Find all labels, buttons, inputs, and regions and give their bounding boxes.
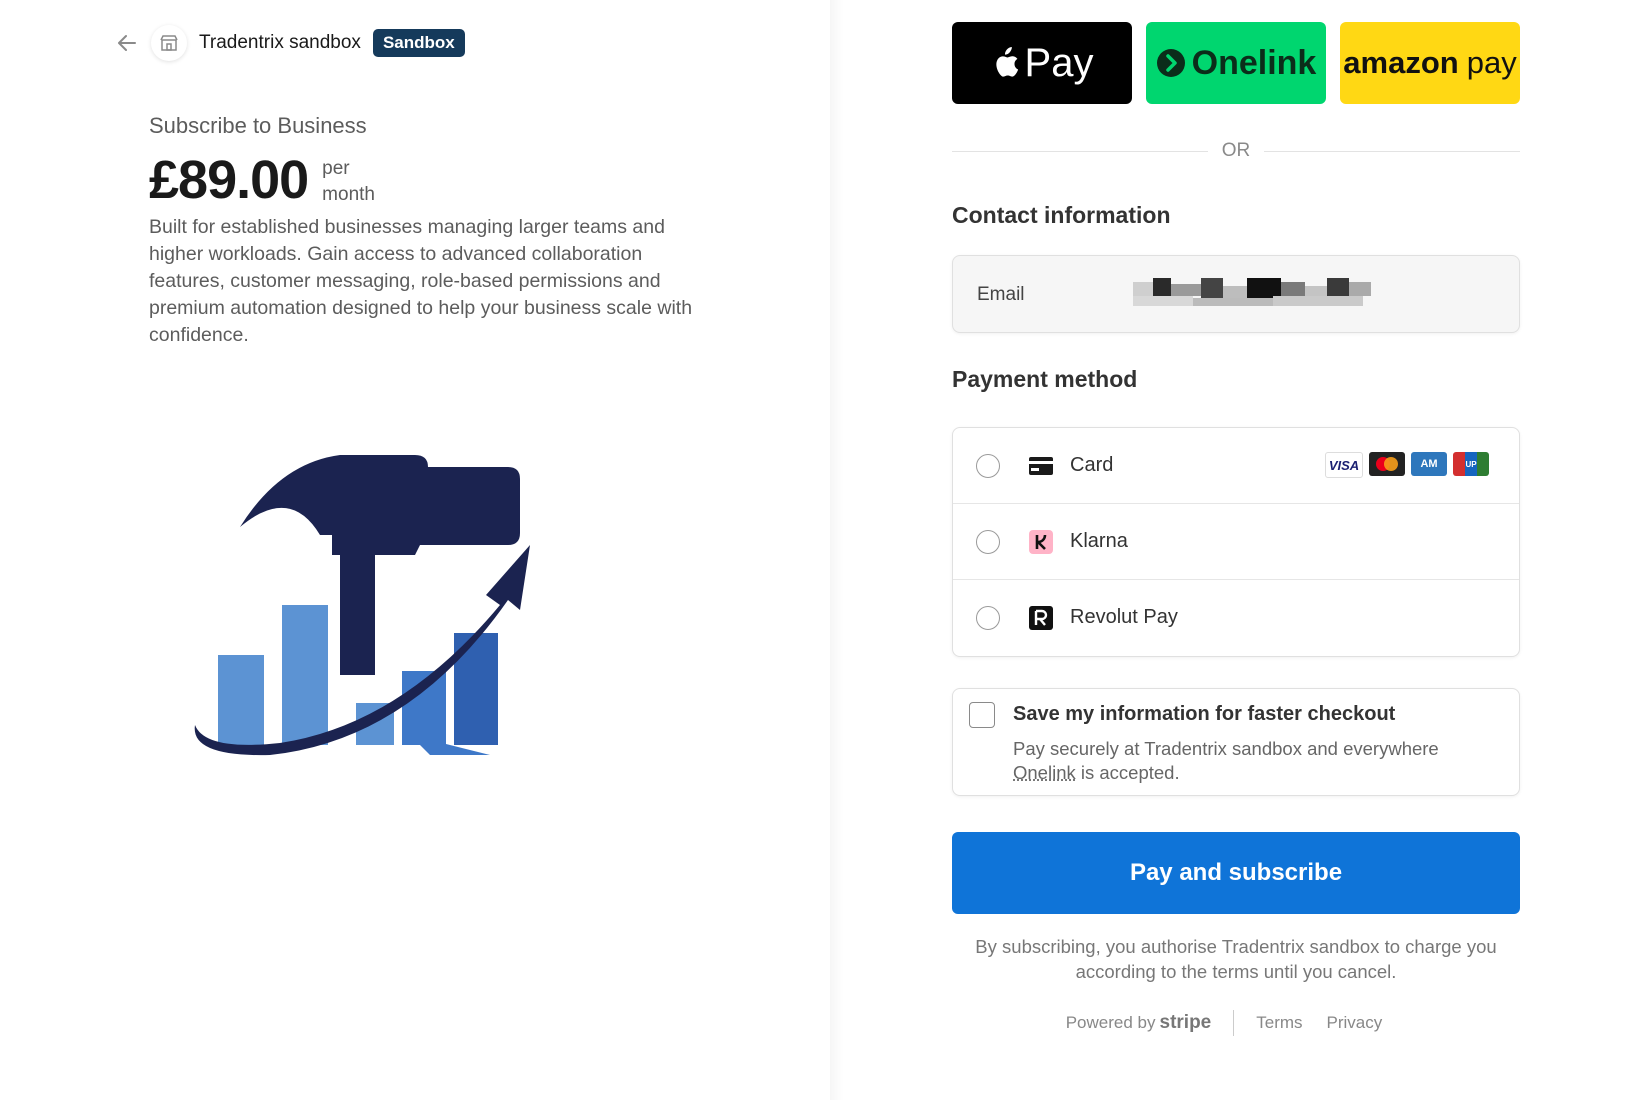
stripe-logo[interactable]: stripe [1160,1012,1212,1033]
period-line-1: per [322,158,350,179]
period-line-2: month [322,184,375,205]
save-info-box: Save my information for faster checkout … [952,688,1520,796]
klarna-radio[interactable] [976,529,1000,554]
or-divider: OR [952,140,1520,162]
terms-link[interactable]: Terms [1256,1013,1302,1033]
email-field[interactable]: Email [952,255,1520,333]
product-title: Subscribe to Business [149,113,367,138]
apple-pay-label: Pay [1024,40,1094,85]
save-info-checkbox[interactable] [969,702,995,728]
apple-icon [995,47,1018,77]
payment-option-card[interactable]: Card VISA AM UP [953,428,1519,504]
visa-icon: VISA [1325,452,1363,478]
email-label: Email [977,284,1025,305]
onelink-link[interactable]: Onelink [1013,762,1076,783]
price-row: £89.00 per month [149,150,392,210]
store-icon [151,25,187,61]
save-info-text-after: is accepted. [1075,762,1180,783]
powered-by-text: Powered by [1065,1013,1156,1032]
payment-option-klarna[interactable]: Klarna [953,504,1519,580]
card-label: Card [1070,454,1114,476]
email-value-redacted [1133,278,1371,306]
contact-title: Contact information [952,202,1171,228]
or-text: OR [1221,140,1251,161]
header: Tradentrix sandbox Sandbox [115,25,465,61]
product-description: Built for established businesses managin… [149,216,693,346]
amazon-label: amazon [1343,45,1459,80]
klarna-label: Klarna [1070,530,1128,552]
payment-method-list: Card VISA AM UP Klarna Revolut Pay [952,427,1520,657]
checkout-panel: Pay Onelink amazon pay OR Contact inform… [844,0,1650,1100]
amazon-pay-label: pay [1466,45,1517,80]
save-info-text: Pay securely at Tradentrix sandbox and e… [1013,737,1493,785]
privacy-link[interactable]: Privacy [1327,1013,1383,1033]
payment-option-revolut[interactable]: Revolut Pay [953,580,1519,655]
card-brands: VISA AM UP [1319,452,1489,478]
pay-and-subscribe-button[interactable]: Pay and subscribe [952,832,1520,914]
card-radio[interactable] [976,453,1000,478]
amex-icon: AM [1411,452,1447,476]
onelink-label: Onelink [1191,43,1317,82]
legal-text: By subscribing, you authorise Tradentrix… [975,936,1497,982]
save-info-title: Save my information for faster checkout [1013,703,1396,725]
powered-by: Powered by stripe [1066,1012,1212,1034]
unionpay-icon: UP [1453,452,1489,476]
price-amount: £89.00 [149,150,309,210]
revolut-radio[interactable] [976,605,1000,630]
sandbox-badge: Sandbox [372,29,465,57]
back-arrow-icon[interactable] [115,31,139,55]
onelink-button[interactable]: Onelink [1146,22,1326,104]
card-icon [1028,453,1054,479]
wallet-buttons: Pay Onelink amazon pay [952,22,1520,104]
save-info-text-before: Pay securely at Tradentrix sandbox and e… [1013,738,1439,759]
klarna-icon [1028,529,1054,555]
footer: Powered by stripe Terms Privacy [952,1010,1520,1036]
onelink-icon [1156,49,1185,77]
merchant-name: Tradentrix sandbox [199,32,361,53]
panel-divider [830,0,844,1100]
revolut-label: Revolut Pay [1070,606,1178,628]
payment-method-title: Payment method [952,366,1138,392]
mastercard-icon [1369,452,1405,476]
apple-pay-button[interactable]: Pay [952,22,1132,104]
amazon-pay-button[interactable]: amazon pay [1340,22,1520,104]
revolut-icon [1028,605,1054,631]
price-period: per month [322,156,392,208]
business-logo [190,455,550,770]
product-summary-panel: Tradentrix sandbox Sandbox Subscribe to … [0,0,830,1100]
